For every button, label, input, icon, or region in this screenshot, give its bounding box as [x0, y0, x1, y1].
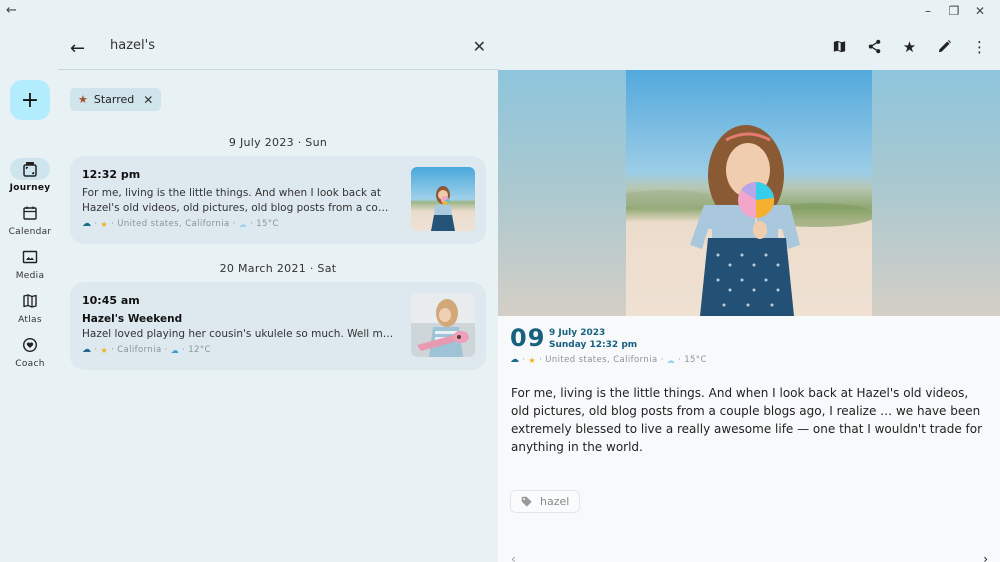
window-controls: – ❐ ✕	[922, 3, 986, 19]
calendar-icon	[23, 206, 37, 220]
filter-chip-starred[interactable]: ★ Starred ✕	[70, 88, 162, 111]
window-back-button[interactable]: ←	[6, 3, 17, 18]
entry-time: 10:45 am	[82, 294, 140, 307]
entry-meta: ☁ · ★ · United states, California · ☁ · 15°C	[82, 219, 279, 229]
detail-toolbar: ★ ⋮	[831, 37, 988, 56]
filter-chip-label: Starred	[93, 93, 135, 106]
search-results-panel: ← ✕ ★ Starred ✕ 9 July 2023 · Sun 12:32 …	[58, 26, 498, 562]
cloud-sync-icon: ☁	[82, 345, 92, 355]
entry-meta: ☁ · ★ · United states, California · ☁ · 15°C	[510, 355, 707, 365]
plus-icon: +	[20, 87, 40, 113]
search-input[interactable]	[110, 38, 440, 53]
entry-temperature: 15°C	[684, 355, 707, 365]
girl-ukulele-photo	[411, 293, 475, 357]
search-bar: ← ✕	[58, 26, 498, 70]
star-icon: ★	[78, 93, 88, 106]
entry-thumbnail	[411, 167, 475, 231]
star-button[interactable]: ★	[901, 37, 918, 56]
tag-chip[interactable]: hazel	[510, 490, 581, 513]
share-button[interactable]	[866, 38, 883, 55]
tag-label: hazel	[540, 495, 570, 508]
map-icon	[833, 40, 846, 53]
media-icon	[22, 250, 38, 264]
previous-entry-button[interactable]: ‹	[511, 552, 516, 562]
rail-label: Journey	[9, 183, 51, 193]
more-options-button[interactable]: ⋮	[971, 37, 988, 56]
weather-icon: ☁	[666, 355, 676, 365]
map-button[interactable]	[831, 38, 848, 55]
entry-time: 12:32 pm	[82, 168, 141, 181]
entry-detail-pane: ★ ⋮ 09 9 July 2023 Sunday 12:32 pm ☁ · ★…	[498, 26, 1000, 562]
entry-thumbnail	[411, 293, 475, 357]
rail-label: Media	[15, 271, 45, 281]
more-vert-icon: ⋮	[972, 37, 987, 56]
entry-card[interactable]: 12:32 pm For me, living is the little th…	[70, 156, 486, 244]
next-entry-button[interactable]: ›	[983, 552, 988, 562]
edit-button[interactable]	[936, 38, 953, 55]
entry-date: 9 July 2023 Sunday 12:32 pm	[549, 327, 637, 351]
rail-item-calendar[interactable]: Calendar	[0, 202, 60, 246]
close-window-button[interactable]: ✕	[974, 3, 986, 19]
star-icon: ★	[902, 37, 917, 56]
restore-button[interactable]: ❐	[948, 3, 960, 19]
map-icon	[23, 294, 37, 308]
tag-icon	[521, 496, 532, 507]
share-icon	[868, 39, 881, 54]
entry-location: California	[117, 345, 162, 355]
journey-icon	[23, 162, 37, 177]
pencil-icon	[938, 39, 952, 53]
rail-item-journey[interactable]: Journey	[0, 158, 60, 202]
entry-meta: ☁ · ★ · California · ☁ · 12°C	[82, 345, 211, 355]
weather-icon: ☁	[238, 219, 248, 229]
day-number: 09	[510, 324, 546, 352]
entry-body-text: For me, living is the little things. And…	[511, 386, 983, 454]
girl-lollipop-photo	[626, 70, 872, 316]
rail-item-coach[interactable]: Coach	[0, 334, 60, 378]
entry-date-line: 9 July 2023	[549, 328, 606, 338]
rail-item-atlas[interactable]: Atlas	[0, 290, 60, 334]
clear-search-button[interactable]: ✕	[473, 37, 486, 56]
star-icon: ★	[100, 219, 109, 229]
cloud-sync-icon: ☁	[510, 355, 520, 365]
star-icon: ★	[100, 345, 109, 355]
rail-label: Calendar	[8, 227, 52, 237]
weather-icon: ☁	[170, 345, 180, 355]
rail-item-media[interactable]: Media	[0, 246, 60, 290]
entry-temperature: 15°C	[256, 219, 279, 229]
girl-lollipop-photo	[411, 167, 475, 231]
entry-card[interactable]: 10:45 am Hazel's Weekend Hazel loved pla…	[70, 282, 486, 370]
entry-location: United states, California	[545, 355, 658, 365]
remove-filter-icon[interactable]: ✕	[143, 93, 153, 107]
cloud-sync-icon: ☁	[82, 219, 92, 229]
entry-preview-text: For me, living is the little things. And…	[82, 187, 389, 214]
entry-title: Hazel's Weekend	[82, 313, 183, 325]
entry-preview-text: Hazel loved playing her cousin's ukulele…	[82, 328, 394, 340]
window-titlebar: ← – ❐ ✕	[0, 0, 1000, 26]
date-heading: 9 July 2023 · Sun	[228, 136, 328, 149]
heart-icon	[22, 337, 38, 353]
rail-label: Atlas	[18, 315, 42, 325]
entry-temperature: 12°C	[188, 345, 211, 355]
entry-detail-body: 09 9 July 2023 Sunday 12:32 pm ☁ · ★ · Uni…	[498, 316, 1000, 562]
entry-photo-viewer[interactable]	[498, 70, 1000, 316]
entry-location: United states, California	[117, 219, 230, 229]
minimize-button[interactable]: –	[922, 3, 934, 19]
rail-label: Coach	[15, 359, 45, 369]
entry-day-time: Sunday 12:32 pm	[549, 340, 638, 350]
new-entry-button[interactable]: +	[10, 80, 50, 120]
star-icon: ★	[528, 355, 537, 365]
date-heading: 20 March 2021 · Sat	[219, 262, 337, 275]
entry-photo	[626, 70, 872, 316]
search-back-button[interactable]: ←	[70, 38, 85, 59]
